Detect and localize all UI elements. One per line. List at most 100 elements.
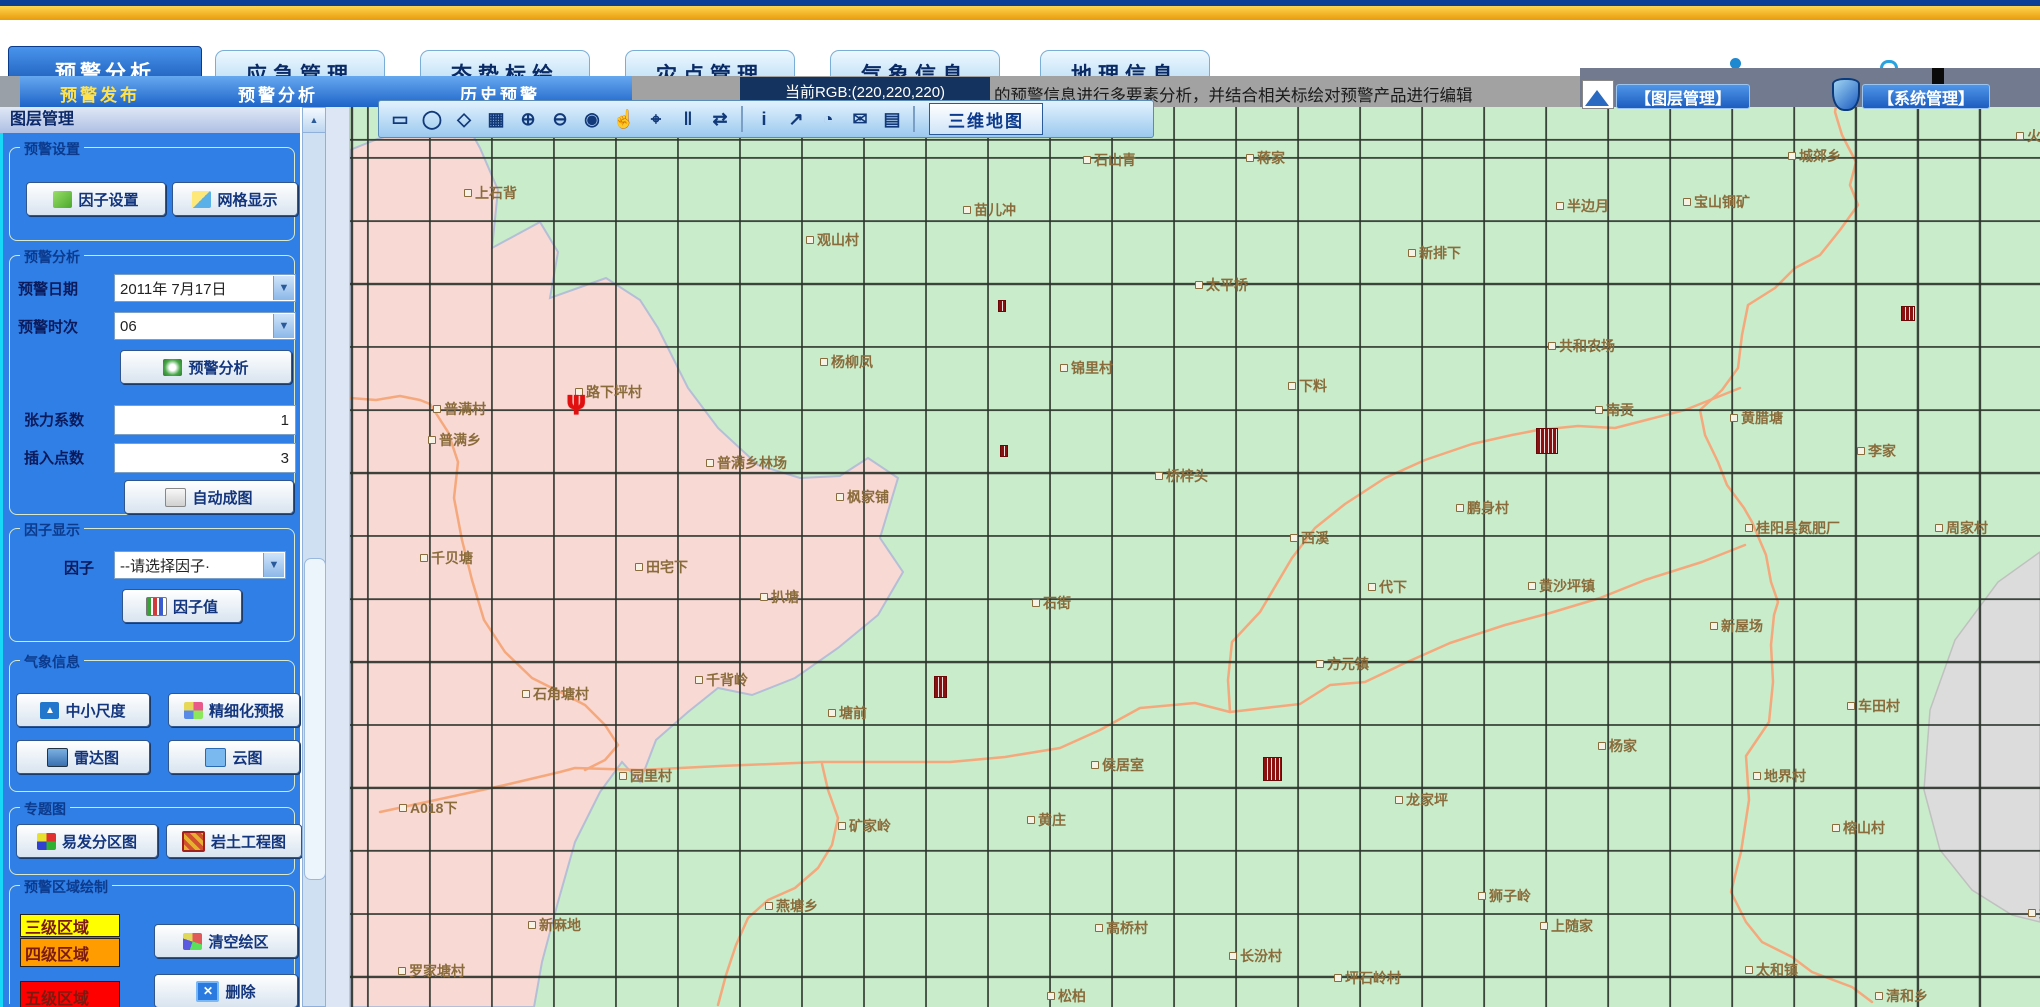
- map-place-label: 李家: [1857, 441, 1896, 461]
- zoom-in-icon[interactable]: ⊕: [513, 105, 543, 133]
- delete-button[interactable]: ✕ 删除: [154, 974, 298, 1007]
- group-title: 因子显示: [20, 520, 84, 540]
- map-place-label: 龙家坪: [1395, 790, 1448, 810]
- info-icon[interactable]: i: [749, 105, 779, 133]
- map-place-label: 罗家塘村: [398, 961, 465, 981]
- map-canvas[interactable]: 上石背苗儿冲观山村石山青蒋家城郊乡火半边月宝山铜矿新排下太平桥共和农场黄腊塘南贡…: [350, 107, 2040, 1007]
- ellipse-measure-icon[interactable]: ◯: [417, 105, 447, 133]
- map-place-label: 燕塘乡: [765, 896, 818, 916]
- grid-show-button[interactable]: 网格显示: [172, 182, 298, 216]
- warning-date-combobox[interactable]: 2011年 7月17日▼: [114, 274, 296, 302]
- map-place-label: 普满乡林场: [706, 453, 787, 473]
- polygon-measure-icon[interactable]: ◇: [449, 105, 479, 133]
- group-title: 预警区域绘制: [20, 877, 112, 897]
- nav-warning-analysis[interactable]: 预警分析: [238, 81, 318, 106]
- mail-icon[interactable]: ✉: [845, 105, 875, 133]
- clear-draw-button[interactable]: 清空绘区: [154, 924, 298, 958]
- map-place-label: 扒塘: [760, 587, 799, 607]
- map-place-label: 普满村: [433, 399, 486, 419]
- scrollbar-thumb[interactable]: [304, 558, 326, 880]
- map-3d-button[interactable]: 三维地图: [929, 103, 1043, 135]
- nav-warning-publish[interactable]: 预警发布: [60, 81, 140, 106]
- scroll-up-arrow[interactable]: ▲: [303, 108, 325, 133]
- layer-manager-button[interactable]: 【图层管理】: [1616, 84, 1750, 109]
- print-icon[interactable]: ▤: [877, 105, 907, 133]
- chevron-down-icon[interactable]: ▼: [273, 314, 294, 338]
- globe-icon[interactable]: ◉: [577, 105, 607, 133]
- warning-time-combobox[interactable]: 06▼: [114, 312, 296, 340]
- map-place-label: 城郊乡: [1788, 146, 1841, 166]
- delete-x-icon: ✕: [196, 981, 219, 1002]
- auto-map-button[interactable]: 自动成图: [124, 480, 294, 514]
- map-place-label: 普满乡: [428, 430, 481, 450]
- toolbar-separator: [741, 106, 743, 132]
- toolbar-separator: [913, 106, 915, 132]
- map-place-label: 黄沙坪镇: [1528, 576, 1595, 596]
- compass-icon: ▲: [40, 702, 59, 719]
- fine-forecast-icon: [184, 702, 203, 719]
- map-place-label: 松柏: [1047, 986, 1086, 1006]
- map-place-label: 新麻地: [528, 915, 581, 935]
- map-place-label: 共和农场: [1548, 336, 1615, 356]
- radar-icon: [47, 748, 68, 767]
- insert-points-label: 插入点数: [24, 447, 84, 468]
- chevron-down-icon[interactable]: ▼: [263, 553, 284, 577]
- sidebar-scrollbar[interactable]: ▲: [302, 107, 326, 1007]
- warning-level-legend-4: 四级区域: [20, 938, 120, 967]
- pan-hand-icon[interactable]: ☝: [609, 105, 639, 133]
- map-place-label: 塘前: [828, 703, 867, 723]
- system-manager-button[interactable]: 【系统管理】: [1862, 84, 1990, 109]
- map-place-label: 鹏身村: [1456, 498, 1509, 518]
- group-weather-info: 气象信息 ▲ 中小尺度 精细化预报 雷达图 云图: [9, 660, 295, 792]
- tension-label: 张力系数: [24, 409, 84, 430]
- group-title: 预警分析: [20, 247, 84, 267]
- map-grid: [350, 107, 2040, 1007]
- sidebar-header: 图层管理: [0, 107, 300, 133]
- map-place-label: 上随家: [1540, 916, 1593, 936]
- system-shield-icon[interactable]: [1832, 78, 1860, 111]
- fine-forecast-button[interactable]: 精细化预报: [168, 693, 300, 727]
- map-place-label: 矿家岭: [838, 816, 891, 836]
- prone-zone-map-button[interactable]: 易发分区图: [16, 824, 158, 858]
- map-place-label: 苗儿冲: [963, 200, 1016, 220]
- map-place-label: 清和乡: [1875, 986, 1928, 1006]
- disaster-point-marker: [934, 676, 947, 698]
- map-place-label: 周家村: [1935, 518, 1988, 538]
- disaster-point-marker: [1263, 757, 1282, 781]
- factor-value-button[interactable]: 因子值: [122, 589, 242, 623]
- group-title: 专题图: [20, 799, 70, 819]
- map-place-label: 上石背: [464, 183, 517, 203]
- warning-analyze-button[interactable]: 预警分析: [120, 350, 292, 384]
- factor-combobox[interactable]: --请选择因子·▼: [114, 551, 286, 579]
- four-color-icon: [37, 833, 56, 850]
- history-icon[interactable]: ◔: [813, 105, 843, 133]
- disaster-point-marker: [1901, 306, 1915, 321]
- radar-button[interactable]: 雷达图: [16, 740, 150, 774]
- layer-manager-icon[interactable]: [1582, 80, 1614, 109]
- map-place-label: 园里村: [619, 766, 672, 786]
- ruler-icon[interactable]: ▭: [385, 105, 415, 133]
- refresh-icon[interactable]: ⇄: [705, 105, 735, 133]
- pause-icon[interactable]: ‖: [673, 105, 703, 133]
- map-place-label: 下料: [1288, 376, 1327, 396]
- map-place-label: A018下: [399, 798, 457, 818]
- group-title: 预警设置: [20, 139, 84, 159]
- map-place-label: 石街: [1032, 593, 1071, 613]
- mesoscale-button[interactable]: ▲ 中小尺度: [16, 693, 150, 727]
- factor-label: 因子: [64, 557, 94, 578]
- map-place-label: 狮子岭: [1478, 886, 1531, 906]
- warning-time-label: 预警时次: [18, 316, 78, 337]
- factor-setting-button[interactable]: 因子设置: [26, 182, 166, 216]
- grid-icon[interactable]: ▦: [481, 105, 511, 133]
- cloud-button[interactable]: 云图: [168, 740, 300, 774]
- map-place-label: 黄腊塘: [1730, 408, 1783, 428]
- zoom-select-icon[interactable]: ⌖: [641, 105, 671, 133]
- zoom-out-icon[interactable]: ⊖: [545, 105, 575, 133]
- tension-input[interactable]: 1: [114, 405, 296, 435]
- insert-points-input[interactable]: 3: [114, 443, 296, 473]
- map-place-label: 新排下: [1408, 243, 1461, 263]
- export-icon[interactable]: ↗: [781, 105, 811, 133]
- chevron-down-icon[interactable]: ▼: [273, 276, 294, 300]
- geotech-map-button[interactable]: 岩土工程图: [166, 824, 302, 858]
- group-thematic-map: 专题图 易发分区图 岩土工程图: [9, 807, 295, 875]
